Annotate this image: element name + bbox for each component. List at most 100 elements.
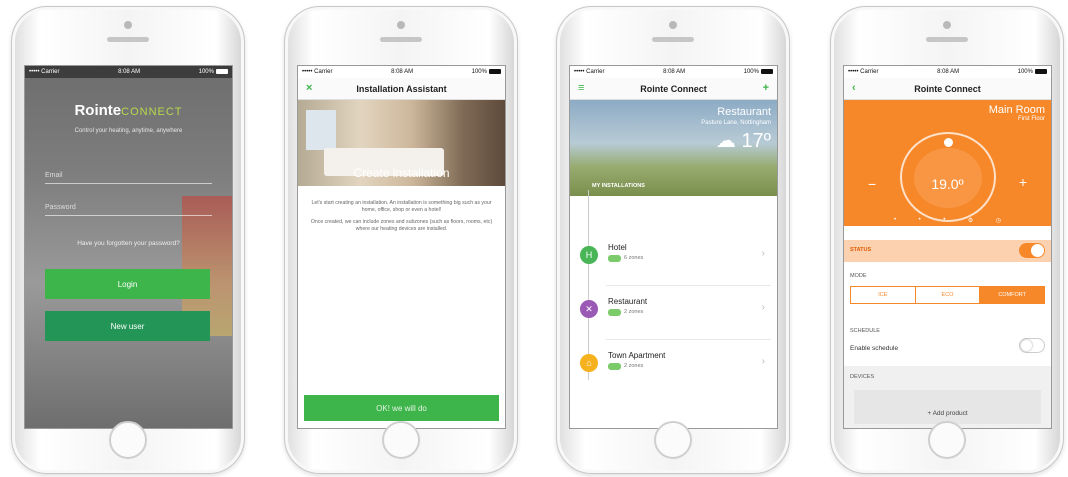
mode-comfort-button[interactable]: COMFORT	[980, 287, 1045, 303]
hotel-icon: H	[580, 246, 598, 264]
front-camera	[669, 21, 677, 29]
zones-count: 6 zones	[624, 255, 644, 261]
weather-place: Restaurant	[717, 106, 771, 118]
mode-label: MODE	[850, 273, 867, 279]
phone-installations: ••••• Carrier 8:08 AM 100% ≡ Rointe Conn…	[556, 6, 790, 474]
password-field[interactable]: Password	[45, 200, 212, 216]
phone-room: ••••• Carrier 8:08 AM 100% ‹ Rointe Conn…	[830, 6, 1064, 474]
my-installations-label: MY INSTALLATIONS	[592, 183, 645, 189]
status-toggle[interactable]	[1019, 243, 1045, 258]
clock-text: 8:08 AM	[663, 69, 686, 75]
chevron-right-icon: ›	[761, 356, 765, 367]
login-screen: ••••• Carrier 8:08 AM 100% RointeCONNECT…	[24, 65, 233, 429]
schedule-label: SCHEDULE	[850, 328, 880, 334]
speaker-grille	[107, 37, 149, 42]
devices-label: DEVICES	[850, 374, 875, 380]
zones-count: 2 zones	[624, 309, 644, 315]
status-bar: ••••• Carrier 8:08 AM 100%	[298, 66, 505, 78]
page-title: Rointe Connect	[640, 83, 707, 94]
window-shape	[306, 110, 336, 150]
tagline: Control your heating, anytime, anywhere	[74, 128, 183, 134]
close-icon[interactable]: ×	[306, 82, 312, 94]
installation-item[interactable]: ✕ Restaurant 2 zones ›	[576, 290, 771, 340]
mode-selector: ICE ECO COMFORT	[850, 286, 1045, 304]
status-row: STATUS	[844, 240, 1051, 262]
toggle-knob	[1031, 244, 1044, 257]
installation-item[interactable]: H Hotel 6 zones ›	[576, 236, 771, 286]
carrier-text: ••••• Carrier	[29, 69, 60, 75]
speaker-grille	[926, 37, 968, 42]
floor-name: First Floor	[1018, 116, 1045, 122]
front-camera	[397, 21, 405, 29]
installation-name: Town Apartment	[608, 351, 666, 360]
room-header: Main Room First Floor	[989, 104, 1045, 122]
dot-icon: •	[943, 217, 946, 223]
phone-login: ••••• Carrier 8:08 AM 100% RointeCONNECT…	[11, 6, 245, 474]
battery-icon	[215, 68, 228, 74]
ok-button[interactable]: OK! we will do	[304, 395, 499, 421]
gear-icon[interactable]: ⚙	[968, 217, 973, 224]
add-product-button[interactable]: + Add product	[854, 390, 1041, 424]
hero-label: Create installation	[353, 166, 450, 180]
speaker-grille	[652, 37, 694, 42]
page-title: Rointe Connect	[914, 83, 981, 94]
home-icon: ⌂	[580, 354, 598, 372]
status-label: STATUS	[850, 247, 872, 253]
installation-item[interactable]: ⌂ Town Apartment 2 zones ›	[576, 344, 771, 394]
mode-icons-row: • • • ⚙ ◷	[894, 217, 1001, 224]
battery-text: 100%	[1018, 66, 1047, 78]
login-background-photo	[25, 66, 232, 428]
clock-text: 8:08 AM	[391, 69, 414, 75]
speaker-grille	[380, 37, 422, 42]
email-field[interactable]: Email	[45, 168, 212, 184]
front-camera	[124, 21, 132, 29]
status-bar: ••••• Carrier 8:08 AM 100%	[844, 66, 1051, 78]
mode-ice-button[interactable]: ICE	[851, 287, 916, 303]
battery-icon	[488, 68, 501, 74]
nav-bar: ‹ Rointe Connect	[844, 78, 1051, 100]
clock-text: 8:08 AM	[937, 69, 960, 75]
intro-paragraph: Let's start creating an installation. An…	[311, 200, 492, 213]
carrier-text: ••••• Carrier	[848, 69, 879, 75]
battery-icon	[760, 68, 773, 74]
chevron-right-icon: ›	[761, 302, 765, 313]
zones-pill	[608, 309, 621, 316]
add-icon[interactable]: +	[763, 82, 769, 94]
front-camera	[943, 21, 951, 29]
hotel-room-photo: Create installation	[298, 100, 505, 186]
status-bar: ••••• Carrier 8:08 AM 100%	[25, 66, 232, 78]
home-button[interactable]	[109, 421, 147, 459]
intro-text: Let's start creating an installation. An…	[310, 200, 493, 233]
divider	[606, 285, 771, 286]
home-button[interactable]	[382, 421, 420, 459]
home-button[interactable]	[928, 421, 966, 459]
login-button[interactable]: Login	[45, 269, 210, 299]
assistant-screen: ••••• Carrier 8:08 AM 100% × Installatio…	[297, 65, 506, 429]
mode-eco-button[interactable]: ECO	[916, 287, 981, 303]
home-button[interactable]	[654, 421, 692, 459]
dot-icon: •	[918, 217, 921, 223]
zones-pill	[608, 255, 621, 262]
weather-temp: ☁ 17º	[715, 130, 771, 152]
divider	[606, 339, 771, 340]
dial-knob[interactable]	[944, 138, 953, 147]
clock-icon[interactable]: ◷	[996, 217, 1001, 224]
clock-text: 8:08 AM	[118, 69, 141, 75]
zones-pill	[608, 363, 621, 370]
cloud-sun-icon: ☁	[715, 130, 736, 152]
menu-icon[interactable]: ≡	[578, 82, 584, 94]
new-user-button[interactable]: New user	[45, 311, 210, 341]
nav-bar: × Installation Assistant	[298, 78, 505, 100]
back-icon[interactable]: ‹	[852, 82, 856, 94]
carrier-text: ••••• Carrier	[302, 69, 333, 75]
increase-button[interactable]: +	[1019, 174, 1027, 190]
schedule-toggle[interactable]	[1019, 338, 1045, 353]
brand-logo: RointeCONNECT	[74, 102, 183, 119]
restaurant-icon: ✕	[580, 300, 598, 318]
forgot-password-link[interactable]: Have you forgotten your password?	[25, 240, 232, 247]
room-screen: ••••• Carrier 8:08 AM 100% ‹ Rointe Conn…	[843, 65, 1052, 429]
installations-screen: ••••• Carrier 8:08 AM 100% ≡ Rointe Conn…	[569, 65, 778, 429]
toggle-knob	[1021, 340, 1032, 351]
phone-assistant: ••••• Carrier 8:08 AM 100% × Installatio…	[284, 6, 518, 474]
installation-name: Hotel	[608, 243, 627, 252]
